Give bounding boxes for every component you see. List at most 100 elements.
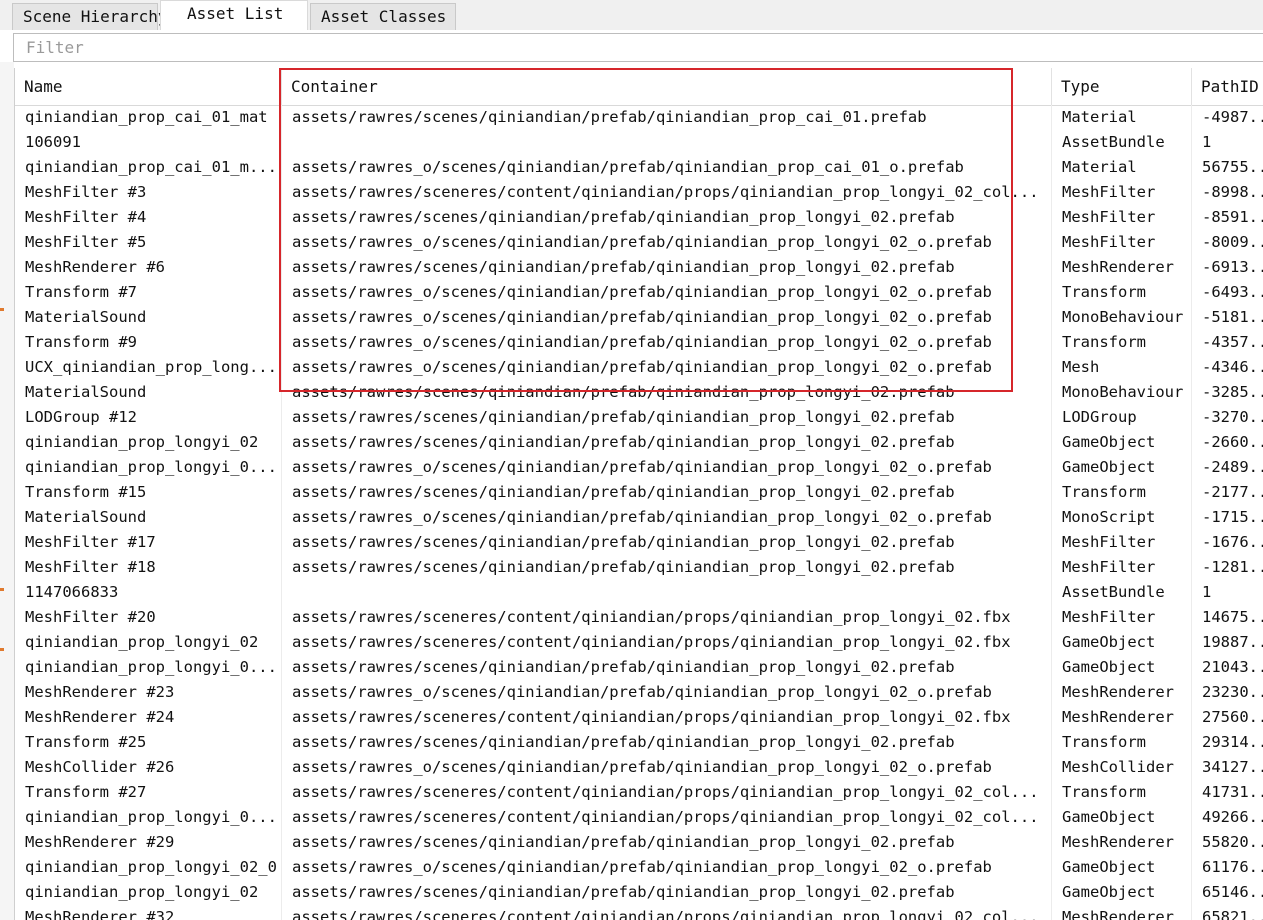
tab-asset-classes[interactable]: Asset Classes [310,3,456,30]
table-row[interactable]: MeshRenderer #6 assets/rawres/scenes/qini… [15,255,1263,280]
cell-name: MaterialSound [15,505,282,530]
cell-container: assets/rawres/sceneres/content/qiniandia… [282,705,1052,730]
cell-container: assets/rawres_o/scenes/qiniandian/prefab… [282,230,1052,255]
cell-container: assets/rawres/scenes/qiniandian/prefab/q… [282,830,1052,855]
table-row[interactable]: qiniandian_prop_longyi_0... assets/rawres… [15,455,1263,480]
column-header-name[interactable]: Name [15,68,282,105]
cell-type: MeshFilter [1052,530,1192,555]
table-row[interactable]: qiniandian_prop_cai_01_mat assets/rawres/… [15,105,1263,130]
cell-pathid: -3270... [1192,405,1263,430]
cell-container: assets/rawres/scenes/qiniandian/prefab/q… [282,105,1052,130]
table-row[interactable]: MeshFilter #5 assets/rawres_o/scenes/qini… [15,230,1263,255]
table-row[interactable]: MeshRenderer #32 assets/rawres/sceneres/c… [15,905,1263,920]
cell-pathid: -3285... [1192,380,1263,405]
cell-type: MeshRenderer [1052,905,1192,920]
cell-name: qiniandian_prop_longyi_0... [15,655,282,680]
cell-name: MeshRenderer #24 [15,705,282,730]
table-header: Name Container Type PathID [15,68,1263,106]
cell-container: assets/rawres_o/scenes/qiniandian/prefab… [282,505,1052,530]
table-row[interactable]: 1147066833 AssetBundle 1 [15,580,1263,605]
table-row[interactable]: MaterialSound assets/rawres/scenes/qinian… [15,380,1263,405]
cell-name: qiniandian_prop_cai_01_mat [15,105,282,130]
cell-pathid: 14675... [1192,605,1263,630]
table-row[interactable]: MeshRenderer #24 assets/rawres/sceneres/c… [15,705,1263,730]
table-row[interactable]: 106091 AssetBundle 1 [15,130,1263,155]
table-row[interactable]: qiniandian_prop_longyi_0... assets/rawres… [15,805,1263,830]
cell-type: Transform [1052,730,1192,755]
cell-container: assets/rawres_o/scenes/qiniandian/prefab… [282,855,1052,880]
cell-container: assets/rawres/scenes/qiniandian/prefab/q… [282,380,1052,405]
cell-container: assets/rawres_o/scenes/qiniandian/prefab… [282,455,1052,480]
table-row[interactable]: MeshFilter #20 assets/rawres/sceneres/con… [15,605,1263,630]
cell-type: MeshFilter [1052,555,1192,580]
cell-pathid: -4987... [1192,105,1263,130]
table-row[interactable]: UCX_qiniandian_prop_long... assets/rawres… [15,355,1263,380]
table-row[interactable]: MeshFilter #4 assets/rawres/scenes/qinian… [15,205,1263,230]
table-row[interactable]: MeshRenderer #23 assets/rawres_o/scenes/q… [15,680,1263,705]
table-row[interactable]: MeshFilter #3 assets/rawres/sceneres/cont… [15,180,1263,205]
filter-input[interactable]: Filter [13,33,1263,62]
table-row[interactable]: Transform #15 assets/rawres/scenes/qinian… [15,480,1263,505]
table-row[interactable]: Transform #9 assets/rawres_o/scenes/qinia… [15,330,1263,355]
cell-name: MeshFilter #4 [15,205,282,230]
table-row[interactable]: LODGroup #12 assets/rawres/scenes/qiniand… [15,405,1263,430]
cell-container: assets/rawres/scenes/qiniandian/prefab/q… [282,530,1052,555]
cell-container [282,580,1052,605]
left-edge-marker [0,648,4,651]
cell-pathid: 21043... [1192,655,1263,680]
cell-name: qiniandian_prop_longyi_02_0 [15,855,282,880]
cell-type: MeshFilter [1052,180,1192,205]
cell-container: assets/rawres/sceneres/content/qiniandia… [282,905,1052,920]
cell-container: assets/rawres/scenes/qiniandian/prefab/q… [282,430,1052,455]
cell-type: MeshRenderer [1052,830,1192,855]
cell-pathid: 65821... [1192,905,1263,920]
table-row[interactable]: qiniandian_prop_longyi_02 assets/rawres/s… [15,630,1263,655]
table-row[interactable]: qiniandian_prop_longyi_02 assets/rawres/s… [15,430,1263,455]
table-row[interactable]: MaterialSound assets/rawres_o/scenes/qini… [15,505,1263,530]
table-row[interactable]: qiniandian_prop_cai_01_m... assets/rawres… [15,155,1263,180]
table-row[interactable]: MeshRenderer #29 assets/rawres/scenes/qin… [15,830,1263,855]
cell-name: MeshFilter #5 [15,230,282,255]
table-row[interactable]: MeshCollider #26 assets/rawres_o/scenes/q… [15,755,1263,780]
cell-name: UCX_qiniandian_prop_long... [15,355,282,380]
cell-pathid: -4357... [1192,330,1263,355]
cell-name: MeshRenderer #23 [15,680,282,705]
cell-pathid: -6493... [1192,280,1263,305]
cell-pathid: -8009... [1192,230,1263,255]
table-row[interactable]: Transform #27 assets/rawres/sceneres/cont… [15,780,1263,805]
table-row[interactable]: MeshFilter #17 assets/rawres/scenes/qinia… [15,530,1263,555]
cell-pathid: 1 [1192,580,1263,605]
table-row[interactable]: Transform #25 assets/rawres/scenes/qinian… [15,730,1263,755]
cell-pathid: 55820... [1192,830,1263,855]
cell-type: MonoBehaviour [1052,305,1192,330]
cell-pathid: 27560... [1192,705,1263,730]
cell-name: Transform #15 [15,480,282,505]
table-row[interactable]: Transform #7 assets/rawres_o/scenes/qinia… [15,280,1263,305]
column-header-type[interactable]: Type [1052,68,1192,105]
cell-pathid: -2660... [1192,430,1263,455]
cell-pathid: -2489... [1192,455,1263,480]
cell-name: MeshFilter #3 [15,180,282,205]
cell-container: assets/rawres/scenes/qiniandian/prefab/q… [282,555,1052,580]
table-row[interactable]: MaterialSound assets/rawres_o/scenes/qini… [15,305,1263,330]
tab-asset-list[interactable]: Asset List [160,0,308,30]
cell-name: MaterialSound [15,380,282,405]
cell-pathid: -1676... [1192,530,1263,555]
cell-pathid: 65146... [1192,880,1263,905]
cell-container: assets/rawres_o/scenes/qiniandian/prefab… [282,305,1052,330]
cell-container: assets/rawres/sceneres/content/qiniandia… [282,180,1052,205]
cell-name: qiniandian_prop_longyi_02 [15,630,282,655]
column-header-container[interactable]: Container [282,68,1052,105]
tab-scene-hierarchy[interactable]: Scene Hierarchy [12,3,168,30]
table-row[interactable]: qiniandian_prop_longyi_0... assets/rawres… [15,655,1263,680]
table-row[interactable]: qiniandian_prop_longyi_02_0 assets/rawres… [15,855,1263,880]
table-row[interactable]: MeshFilter #18 assets/rawres/scenes/qinia… [15,555,1263,580]
column-header-pathid[interactable]: PathID [1192,68,1263,105]
cell-name: LODGroup #12 [15,405,282,430]
cell-name: 106091 [15,130,282,155]
cell-type: GameObject [1052,805,1192,830]
cell-type: MeshRenderer [1052,680,1192,705]
cell-type: MeshFilter [1052,605,1192,630]
cell-pathid: -1281... [1192,555,1263,580]
table-row[interactable]: qiniandian_prop_longyi_02 assets/rawres/s… [15,880,1263,905]
